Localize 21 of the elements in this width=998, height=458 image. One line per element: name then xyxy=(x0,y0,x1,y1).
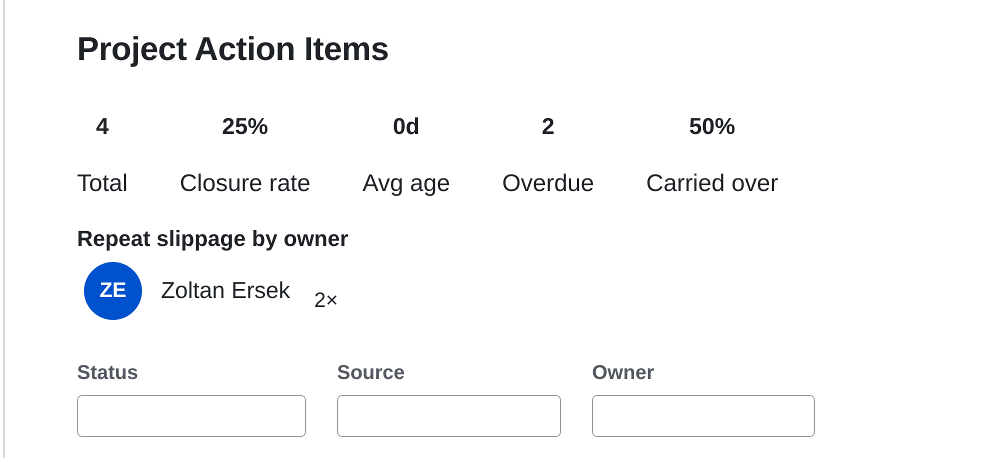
stat-value: 50% xyxy=(689,112,736,140)
avatar: ZE xyxy=(84,262,142,320)
section-heading: Repeat slippage by owner xyxy=(77,226,350,252)
stat-value: 2 xyxy=(542,112,554,140)
owner-name: Zoltan Ersek xyxy=(161,277,290,304)
filter-dropdown[interactable] xyxy=(77,395,306,437)
filter-label: Status xyxy=(77,362,140,385)
stat-value: 0d xyxy=(392,112,420,140)
filter-dropdown[interactable] xyxy=(592,395,815,437)
filter-label: Source xyxy=(337,362,406,385)
page-title: Project Action Items xyxy=(77,30,390,68)
slippage-count: 2× xyxy=(314,289,338,313)
stat-label: Overdue xyxy=(502,170,594,198)
stat-label: Closure rate xyxy=(180,170,310,198)
stat-value: 4 xyxy=(96,112,109,140)
stat-label: Carried over xyxy=(646,170,778,198)
stat-label: Avg age xyxy=(362,170,450,198)
filter-dropdown[interactable] xyxy=(337,395,561,437)
stat-label: Total xyxy=(77,170,128,198)
stat-value: 25% xyxy=(222,112,268,140)
filter-label: Owner xyxy=(592,362,656,385)
